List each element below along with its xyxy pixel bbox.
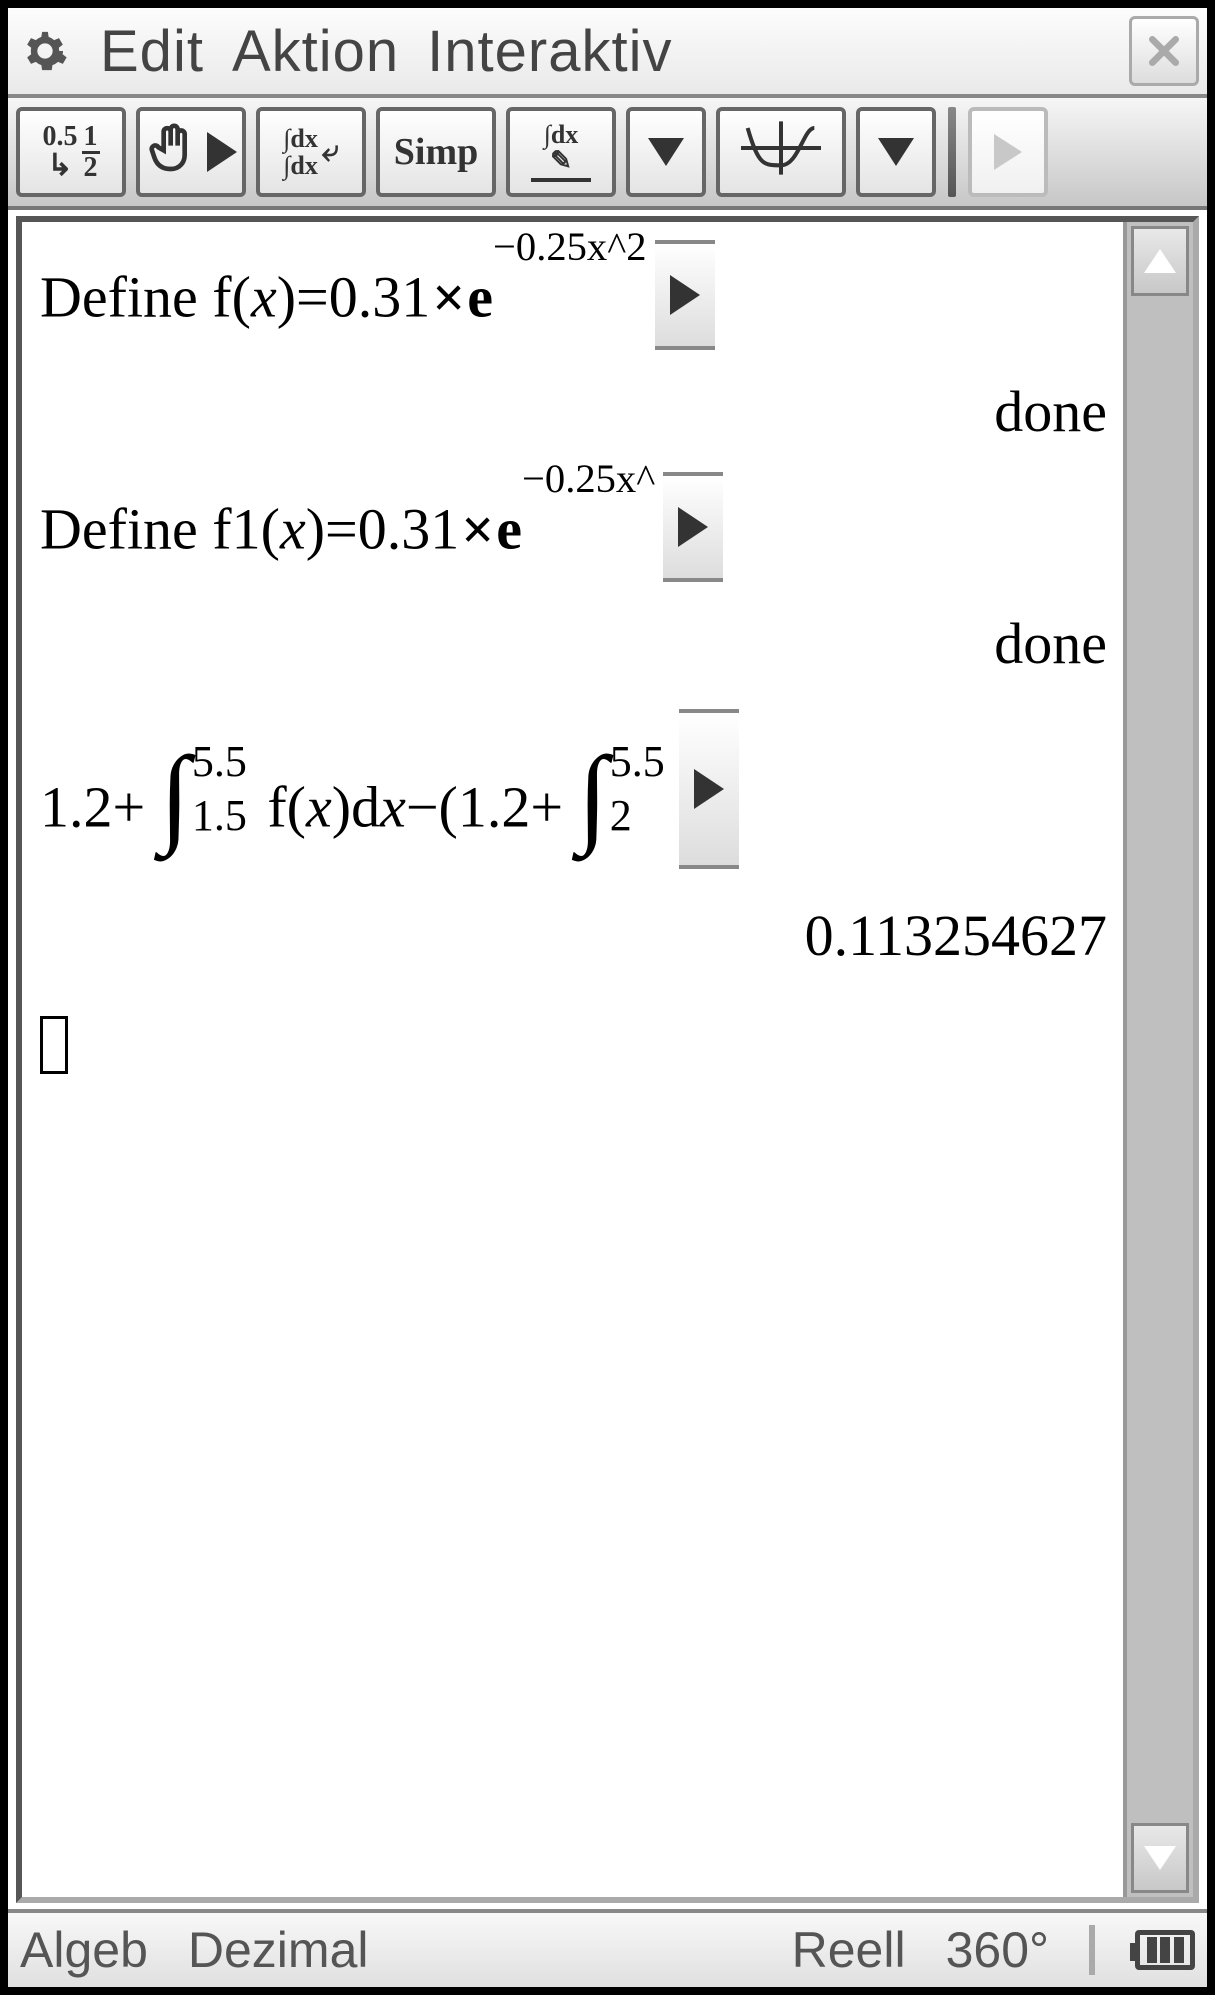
input-line-2[interactable]: Define f1(x)=0.31×e−0.25x^	[40, 472, 1117, 582]
chevron-down-icon	[1144, 1846, 1176, 1870]
tool-pointer[interactable]	[136, 107, 246, 197]
scroll-down-button[interactable]	[1131, 1823, 1189, 1893]
tool-dropdown-2[interactable]	[856, 107, 936, 197]
status-num[interactable]: Dezimal	[188, 1921, 369, 1979]
l3-bvar: x	[306, 774, 332, 839]
l2-exp: −0.25x^	[522, 456, 655, 501]
result-line-3: 0.113254627	[40, 880, 1117, 990]
l2-e: e	[496, 497, 522, 562]
l1-exp: −0.25x^2	[493, 224, 647, 269]
arrow-icon: ↳	[47, 151, 72, 181]
chevron-down-icon	[878, 138, 914, 166]
close-button[interactable]	[1129, 16, 1199, 86]
l1-prefix: Define f(	[40, 265, 251, 330]
frac-top: 0.5	[43, 123, 78, 151]
toolbar: 0.5↳ 1 2 dx dx ⤶ Simp ∫dx ✎	[8, 98, 1207, 210]
play-icon	[994, 134, 1022, 170]
chevron-right-icon	[678, 507, 708, 547]
input-line-1[interactable]: Define f(x)=0.31×e−0.25x^2	[40, 240, 1117, 350]
l2-var: x	[280, 497, 306, 562]
vertical-scrollbar[interactable]	[1123, 222, 1193, 1897]
menu-edit[interactable]: Edit	[86, 18, 218, 85]
input-line-3[interactable]: 1.2+ ∫ 5.51.5 f(x)dx−(1.2+ ∫ 5.52	[40, 704, 1117, 874]
integral-icon: ∫	[578, 751, 608, 839]
l3-d: −(1.2+	[406, 774, 563, 839]
l3-cvar: x	[380, 774, 406, 839]
scroll-track[interactable]	[1127, 300, 1193, 1823]
tool-simplify[interactable]: Simp	[376, 107, 496, 197]
int2-hi: 5.5	[610, 738, 665, 786]
tool-run[interactable]	[968, 107, 1048, 197]
menu-interaktiv[interactable]: Interaktiv	[413, 18, 686, 85]
settings-icon[interactable]	[22, 28, 68, 74]
l3-c: )d	[332, 774, 380, 839]
tool-graph[interactable]	[716, 107, 846, 197]
menu-aktion[interactable]: Aktion	[218, 18, 413, 85]
int2-lo: 2	[610, 792, 665, 840]
r3-value: 0.113254627	[805, 902, 1107, 969]
simp-label: Simp	[394, 130, 478, 174]
tool-integral-swap[interactable]: dx dx ⤶	[256, 107, 366, 197]
chevron-down-icon	[648, 138, 684, 166]
integral-icon: ∫	[160, 751, 190, 839]
multiply-icon: ×	[430, 265, 467, 330]
multiply-icon: ×	[459, 497, 496, 562]
r2-value: done	[994, 610, 1107, 677]
toolbar-separator	[948, 107, 956, 197]
math-page[interactable]: Define f(x)=0.31×e−0.25x^2 done Define f…	[22, 222, 1123, 1897]
battery-icon	[1135, 1930, 1195, 1970]
tool-decimal-fraction[interactable]: 0.5↳ 1 2	[16, 107, 126, 197]
hand-icon	[145, 120, 201, 185]
tool-integral-edit[interactable]: ∫dx ✎	[506, 107, 616, 197]
play-icon	[207, 132, 237, 172]
chevron-right-icon	[670, 275, 700, 315]
line-1-scroll[interactable]	[655, 240, 715, 350]
r1-value: done	[994, 378, 1107, 445]
pencil-icon: ✎	[550, 148, 572, 174]
status-bar: Algeb Dezimal Reell 360°	[8, 1909, 1207, 1987]
graph-icon	[741, 118, 821, 187]
l3-b: f(	[267, 774, 306, 839]
swap-icon: ⤶	[322, 135, 339, 169]
chevron-up-icon	[1144, 249, 1176, 273]
status-mode[interactable]: Algeb	[20, 1921, 148, 1979]
chevron-right-icon	[694, 769, 724, 809]
line-2-scroll[interactable]	[663, 472, 723, 582]
workspace: Define f(x)=0.31×e−0.25x^2 done Define f…	[16, 216, 1199, 1903]
status-angle[interactable]: 360°	[946, 1921, 1049, 1979]
l1-e: e	[467, 265, 493, 330]
l1-mid: )=0.31	[277, 265, 431, 330]
l2-prefix: Define f1(	[40, 497, 280, 562]
status-separator	[1089, 1925, 1095, 1975]
l3-a: 1.2+	[40, 774, 145, 839]
dx-top: dx	[283, 125, 318, 152]
close-icon	[1144, 31, 1184, 71]
l2-mid: )=0.31	[306, 497, 460, 562]
scroll-up-button[interactable]	[1131, 226, 1189, 296]
dx-pencil-label: ∫dx	[544, 122, 579, 148]
int1-lo: 1.5	[192, 792, 247, 840]
result-line-2: done	[40, 588, 1117, 698]
tool-dropdown-1[interactable]	[626, 107, 706, 197]
result-line-1: done	[40, 356, 1117, 466]
text-cursor	[40, 1016, 68, 1074]
line-3-scroll[interactable]	[679, 709, 739, 869]
status-real[interactable]: Reell	[792, 1921, 906, 1979]
l1-var: x	[251, 265, 277, 330]
frac-num: 1	[84, 123, 98, 151]
dx-bot: dx	[283, 152, 318, 179]
int1-hi: 5.5	[192, 738, 247, 786]
frac-den: 2	[84, 154, 98, 182]
menu-bar: Edit Aktion Interaktiv	[8, 8, 1207, 98]
